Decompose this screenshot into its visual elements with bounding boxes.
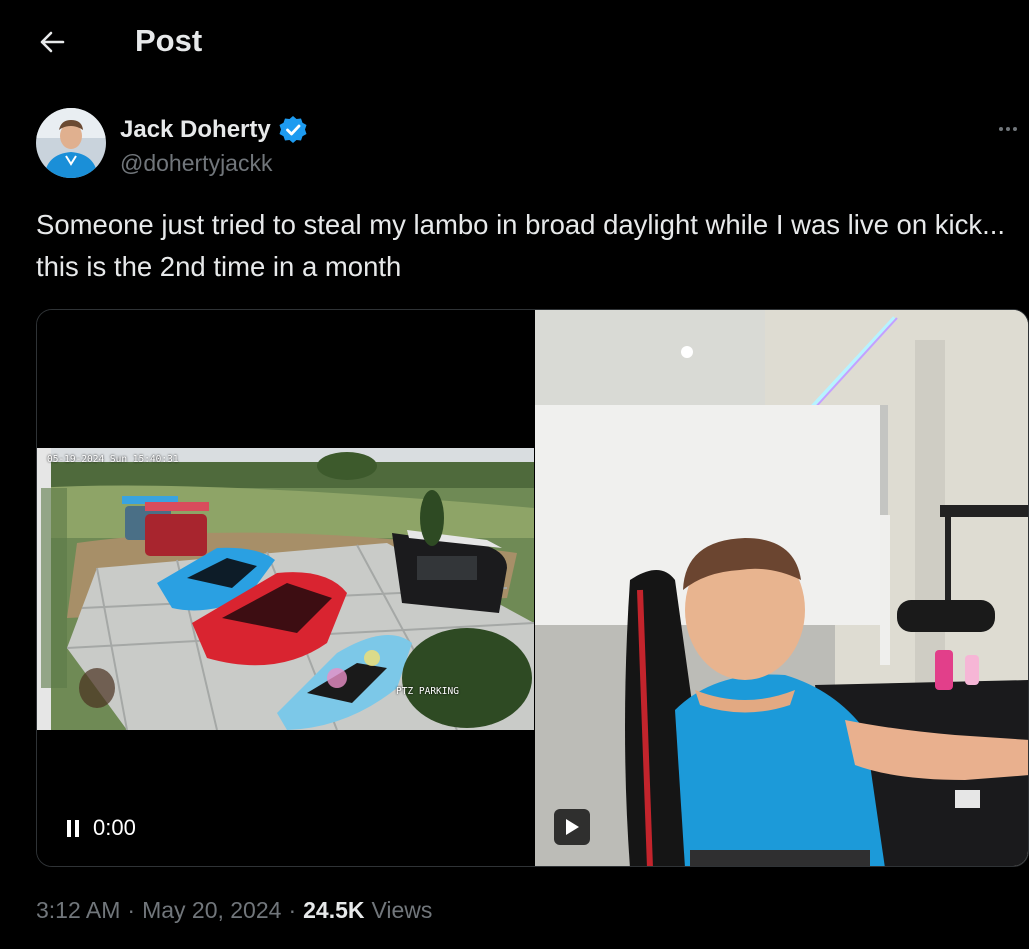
separator: · — [288, 897, 297, 923]
avatar[interactable] — [36, 108, 106, 178]
arrow-left-icon — [40, 31, 65, 53]
video-right[interactable] — [535, 310, 1028, 866]
post-media: 05-19-2024 Sun 15:40:31 PTZ PARKING 0:00 — [36, 309, 1029, 867]
verified-badge-icon[interactable] — [277, 114, 309, 146]
page-title: Post — [135, 23, 203, 58]
pause-icon — [67, 819, 79, 837]
views-label: Views — [371, 897, 433, 923]
video-time: 0:00 — [93, 815, 136, 840]
play-icon — [566, 819, 579, 835]
security-camera-frame: 05-19-2024 Sun 15:40:31 PTZ PARKING — [37, 448, 534, 730]
camera-label: PTZ PARKING — [396, 686, 459, 697]
author-display-name[interactable]: Jack Doherty — [120, 116, 271, 144]
post-text: Someone just tried to steal my lambo in … — [36, 209, 1013, 282]
video-left[interactable]: 05-19-2024 Sun 15:40:31 PTZ PARKING 0:00 — [37, 310, 534, 866]
post-author: Jack Doherty @dohertyjackk — [36, 108, 1026, 183]
pause-button[interactable]: 0:00 — [67, 815, 136, 841]
play-button[interactable] — [554, 809, 590, 845]
post-date[interactable]: May 20, 2024 — [142, 897, 281, 924]
more-options-button[interactable] — [990, 114, 1026, 144]
views-count: 24.5K — [303, 897, 365, 923]
separator: · — [127, 897, 136, 923]
author-handle[interactable]: @dohertyjackk — [120, 150, 272, 177]
post-meta: 3:12 AM · May 20, 2024 · 24.5K Views — [36, 897, 432, 924]
back-button[interactable] — [30, 22, 74, 62]
stream-frame — [535, 310, 1028, 866]
name-row: Jack Doherty — [120, 114, 309, 146]
post-time[interactable]: 3:12 AM — [36, 897, 120, 924]
camera-timestamp: 05-19-2024 Sun 15:40:31 — [47, 454, 179, 465]
page-header: Post — [0, 0, 1029, 85]
more-horizontal-icon — [999, 127, 1003, 131]
